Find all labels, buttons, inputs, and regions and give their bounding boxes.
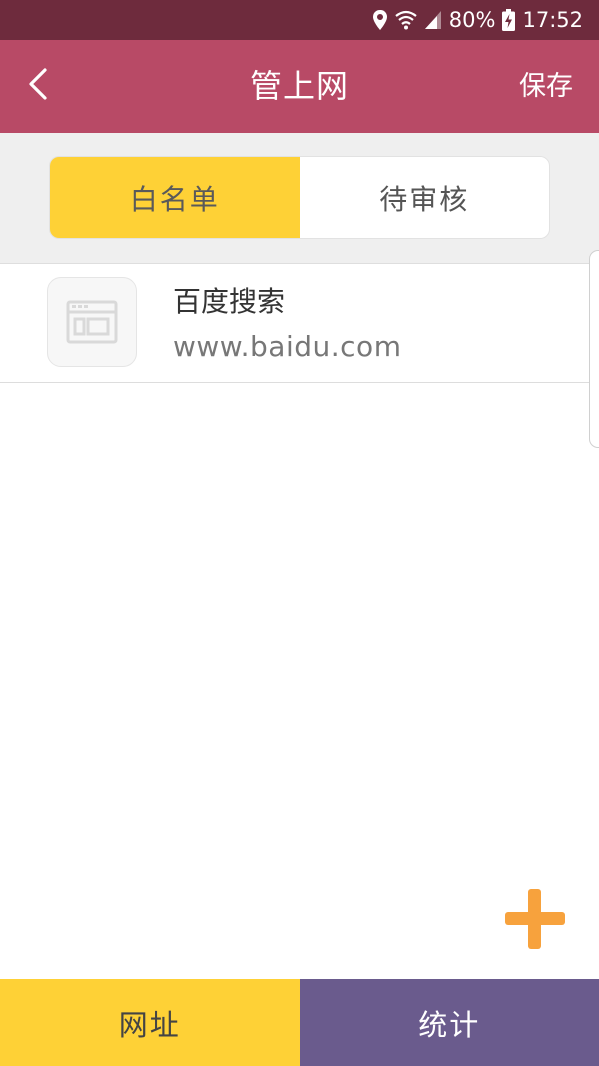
segment-area: 白名单 待审核 — [0, 133, 599, 264]
save-button[interactable]: 保存 — [519, 40, 573, 133]
wifi-icon — [395, 10, 417, 30]
site-name: 百度搜索 — [173, 285, 286, 318]
site-list: 百度搜索 www.baidu.com — [0, 264, 599, 383]
back-button[interactable] — [14, 62, 62, 110]
tab-statistics[interactable]: 统计 — [299, 979, 599, 1066]
add-site-button[interactable] — [503, 887, 567, 951]
chevron-left-icon — [28, 67, 48, 105]
browser-window-icon — [47, 277, 137, 367]
site-url: www.baidu.com — [173, 330, 402, 363]
list-item[interactable]: 百度搜索 www.baidu.com — [0, 264, 599, 383]
tab-pending-review[interactable]: 待审核 — [299, 157, 549, 238]
battery-charging-icon — [502, 9, 516, 31]
segmented-control: 白名单 待审核 — [50, 157, 549, 238]
status-time: 17:52 — [522, 8, 583, 32]
bottom-nav: 网址 统计 — [0, 979, 599, 1066]
edge-panel-handle[interactable] — [589, 250, 599, 448]
location-icon — [372, 9, 388, 31]
battery-percent: 80% — [448, 8, 496, 32]
status-icons: 80% 17:52 — [372, 0, 583, 40]
screen: 80% 17:52 管上网 保存 白名单 待审核 百度搜索 www.baidu.… — [0, 0, 599, 1066]
status-bar: 80% 17:52 — [0, 0, 599, 40]
app-header: 管上网 保存 — [0, 40, 599, 133]
page-title: 管上网 — [249, 67, 349, 105]
tab-whitelist[interactable]: 白名单 — [50, 157, 300, 238]
signal-icon — [424, 10, 442, 30]
tab-urls[interactable]: 网址 — [0, 979, 300, 1066]
